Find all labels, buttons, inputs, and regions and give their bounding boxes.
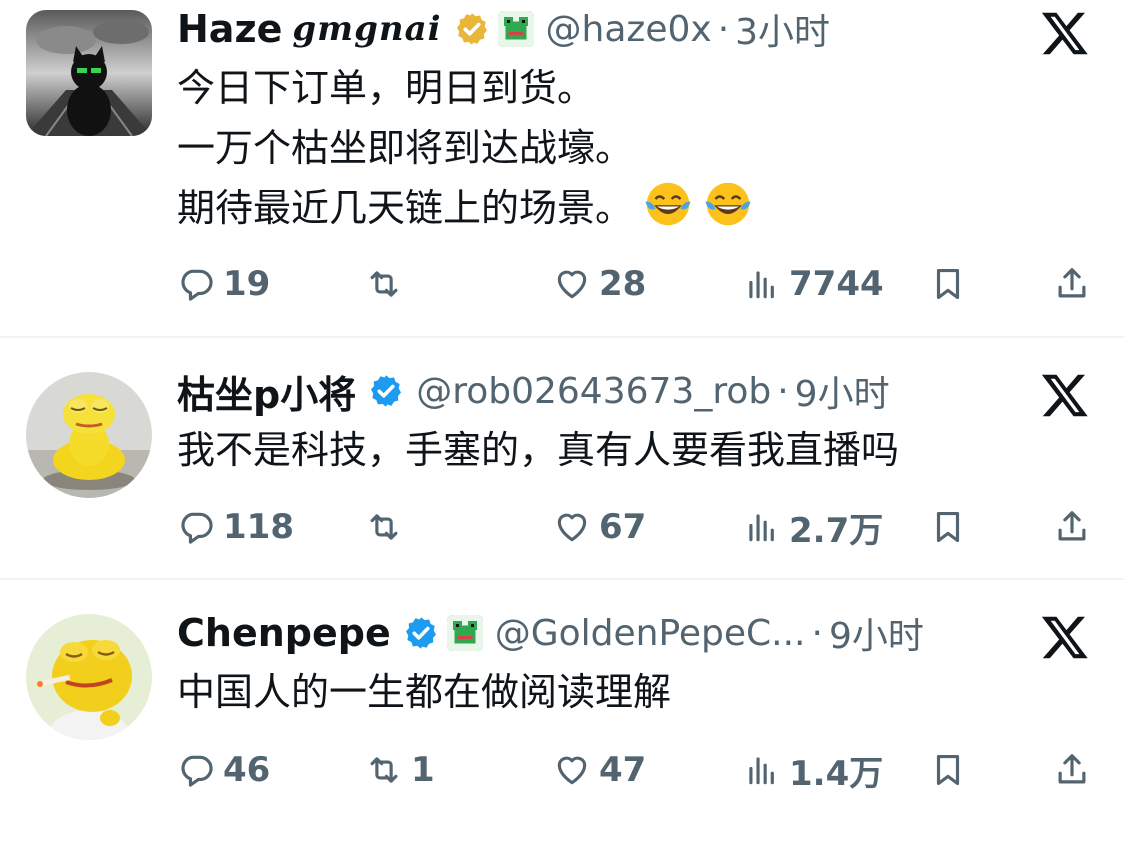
bookmark-button[interactable] — [929, 745, 967, 795]
like-button[interactable]: 67 — [553, 502, 646, 552]
share-button[interactable] — [1053, 745, 1091, 795]
separator-dot: · — [811, 612, 823, 654]
reply-count: 46 — [223, 750, 271, 790]
views-button[interactable]: 2.7万 — [743, 502, 883, 552]
face-with-tears-of-joy-icon — [705, 182, 751, 226]
like-button[interactable]: 47 — [553, 745, 646, 795]
retweet-icon — [370, 514, 398, 540]
tweet-line: 一万个枯坐即将到达战壕。 — [177, 126, 634, 170]
share-icon — [1058, 511, 1086, 541]
views-icon — [749, 757, 774, 785]
views-button[interactable]: 1.4万 — [743, 745, 883, 795]
user-handle[interactable]: @haze0x — [546, 9, 712, 50]
reply-button[interactable]: 19 — [177, 259, 270, 309]
tweet-header: Chenpepe @GoldenPepeC... · 9小时 — [177, 608, 924, 658]
timestamp[interactable]: 9小时 — [795, 365, 890, 417]
retweet-button[interactable] — [365, 259, 411, 309]
retweet-button[interactable] — [365, 502, 411, 552]
display-name[interactable]: Chenpepe — [177, 611, 391, 655]
tweet-3[interactable]: Chenpepe @GoldenPepeC... · 9小时 中国人的一生都在做… — [0, 580, 1124, 843]
share-button[interactable] — [1053, 502, 1091, 552]
tweet-line-with-emoji: 期待最近几天链上的场景。 — [177, 178, 753, 238]
bookmark-icon — [936, 511, 960, 543]
retweet-icon — [370, 271, 398, 297]
views-icon — [749, 514, 774, 542]
views-button[interactable]: 7744 — [743, 259, 884, 309]
tweet-line: 我不是科技，手塞的，真有人要看我直播吗 — [177, 428, 900, 472]
user-handle[interactable]: @GoldenPepeC... — [495, 613, 806, 654]
frog-emoji-icon — [446, 615, 483, 651]
tweet-text: 中国人的一生都在做阅读理解 — [177, 662, 671, 722]
reply-icon — [181, 755, 213, 787]
tweet-actions: 46 1 47 1.4万 — [177, 745, 1097, 795]
views-count: 7744 — [789, 264, 884, 304]
retweet-button[interactable]: 1 — [365, 745, 435, 795]
avatar[interactable] — [26, 10, 152, 136]
x-logo-icon[interactable] — [1040, 612, 1090, 662]
meditating-frog-avatar-image — [26, 372, 152, 498]
like-count: 47 — [599, 750, 647, 790]
like-icon — [557, 513, 587, 542]
black-cat-avatar-image — [26, 10, 152, 136]
reply-icon — [181, 269, 213, 301]
tweet-line: 期待最近几天链上的场景。 — [177, 186, 634, 230]
separator-dot: · — [777, 370, 789, 412]
bookmark-button[interactable] — [929, 502, 967, 552]
separator-dot: · — [717, 8, 730, 50]
display-name[interactable]: 枯坐p小将 — [177, 364, 356, 419]
tweet-actions: 118 67 2.7万 — [177, 502, 1097, 552]
like-count: 67 — [599, 507, 647, 547]
reply-count: 19 — [223, 264, 271, 304]
user-handle[interactable]: @rob02643673_rob — [416, 371, 771, 412]
share-icon — [1058, 754, 1086, 784]
like-icon — [557, 756, 587, 785]
verified-badge-icon — [405, 617, 436, 649]
like-count: 28 — [599, 264, 647, 304]
tweet-1[interactable]: Haze gmgnai @haze0x · 3小时 今日下订单，明日到货。 一万… — [0, 0, 1124, 336]
tweet-text: 今日下订单，明日到货。 一万个枯坐即将到达战壕。 期待最近几天链上的场景。 — [177, 58, 753, 238]
timestamp[interactable]: 9小时 — [829, 607, 924, 659]
bookmark-button[interactable] — [929, 259, 967, 309]
reply-icon — [181, 512, 213, 544]
avatar[interactable] — [26, 372, 152, 498]
smoking-frog-avatar-image — [26, 614, 152, 740]
bookmark-icon — [936, 754, 960, 786]
tweet-text: 我不是科技，手塞的，真有人要看我直播吗 — [177, 420, 899, 480]
frog-emoji-icon — [497, 11, 534, 47]
verified-badge-icon — [371, 375, 402, 407]
timestamp[interactable]: 3小时 — [735, 3, 830, 55]
x-logo-icon[interactable] — [1040, 370, 1090, 420]
reply-button[interactable]: 46 — [177, 745, 270, 795]
bookmark-icon — [936, 268, 960, 300]
tweet-line: 今日下订单，明日到货。 — [177, 66, 596, 110]
like-button[interactable]: 28 — [553, 259, 646, 309]
views-icon — [749, 271, 774, 299]
views-count: 2.7万 — [789, 510, 884, 551]
display-name-decoration: gmgnai — [292, 9, 442, 49]
display-name[interactable]: Haze — [177, 7, 282, 51]
views-count: 1.4万 — [789, 753, 884, 794]
tweet-header: Haze gmgnai @haze0x · 3小时 — [177, 4, 830, 54]
x-logo-icon[interactable] — [1040, 8, 1090, 58]
like-icon — [557, 270, 587, 299]
tweet-actions: 19 28 7744 — [177, 259, 1097, 309]
tweet-line: 中国人的一生都在做阅读理解 — [177, 670, 672, 714]
retweet-count: 1 — [411, 750, 435, 790]
tweet-2[interactable]: 枯坐p小将 @rob02643673_rob · 9小时 我不是科技，手塞的，真… — [0, 338, 1124, 578]
tweet-header: 枯坐p小将 @rob02643673_rob · 9小时 — [177, 364, 890, 419]
verified-badge-icon — [456, 13, 487, 45]
reply-count: 118 — [223, 507, 294, 547]
retweet-icon — [370, 757, 398, 783]
share-button[interactable] — [1053, 259, 1091, 309]
avatar[interactable] — [26, 614, 152, 740]
face-with-tears-of-joy-icon — [645, 182, 691, 226]
reply-button[interactable]: 118 — [177, 502, 294, 552]
share-icon — [1058, 268, 1086, 298]
